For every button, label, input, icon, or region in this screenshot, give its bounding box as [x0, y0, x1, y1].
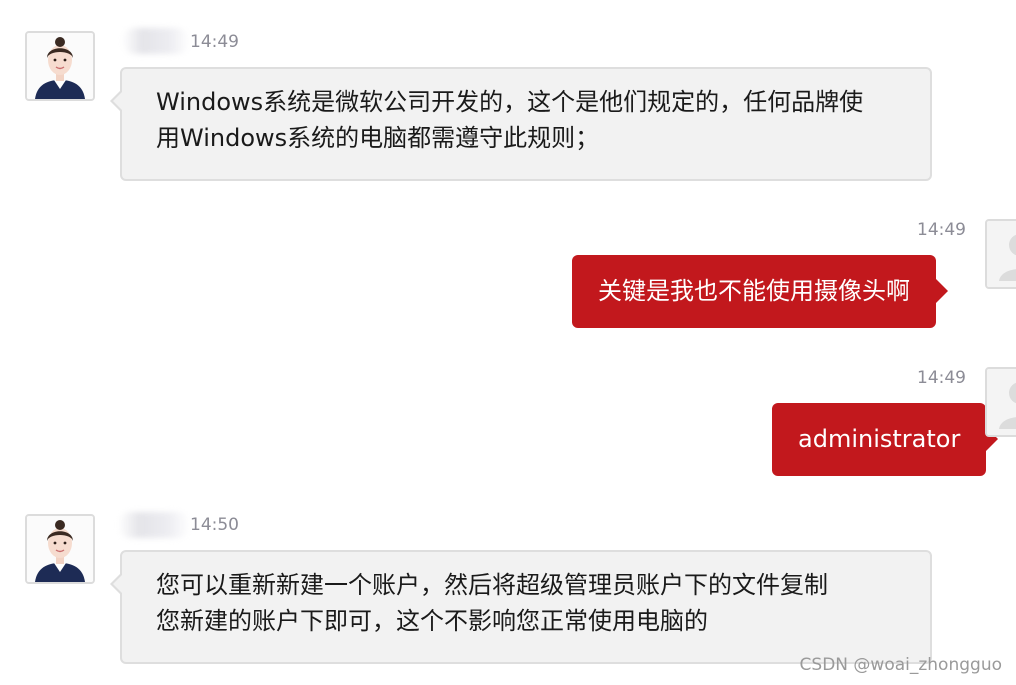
user-avatar-icon — [987, 369, 1016, 435]
user-avatar-icon — [987, 221, 1016, 287]
message-timestamp: 14:50 — [190, 515, 239, 535]
user-message-bubble: 关键是我也不能使用摄像头啊 — [572, 255, 948, 328]
message-line: 您新建的账户下即可，这个不影响您正常使用电脑的 — [156, 607, 708, 635]
message-line: 您可以重新新建一个账户，然后将超级管理员账户下的文件复制 — [156, 571, 828, 599]
message-text: 关键是我也不能使用摄像头啊 — [598, 277, 910, 305]
agent-name-redacted — [122, 28, 190, 54]
watermark: CSDN @woai_zhongguo — [799, 655, 1002, 675]
message-text: administrator — [798, 425, 961, 453]
user-avatar[interactable] — [985, 219, 1016, 289]
message-line: Windows系统是微软公司开发的，这个是他们规定的，任何品牌使 — [156, 88, 864, 116]
agent-avatar-image — [27, 516, 93, 582]
message-timestamp: 14:49 — [190, 32, 239, 52]
agent-avatar[interactable] — [25, 31, 95, 101]
agent-name-redacted — [118, 512, 190, 538]
agent-message-bubble: Windows系统是微软公司开发的，这个是他们规定的，任何品牌使 用Window… — [110, 67, 932, 181]
agent-avatar-image — [27, 33, 93, 99]
agent-message-bubble: 您可以重新新建一个账户，然后将超级管理员账户下的文件复制 您新建的账户下即可，这… — [110, 550, 932, 664]
user-avatar[interactable] — [985, 367, 1016, 437]
user-message-bubble: administrator — [772, 403, 999, 476]
agent-avatar[interactable] — [25, 514, 95, 584]
message-line: 用Windows系统的电脑都需遵守此规则； — [156, 124, 600, 152]
message-timestamp: 14:49 — [917, 368, 966, 388]
message-timestamp: 14:49 — [917, 220, 966, 240]
